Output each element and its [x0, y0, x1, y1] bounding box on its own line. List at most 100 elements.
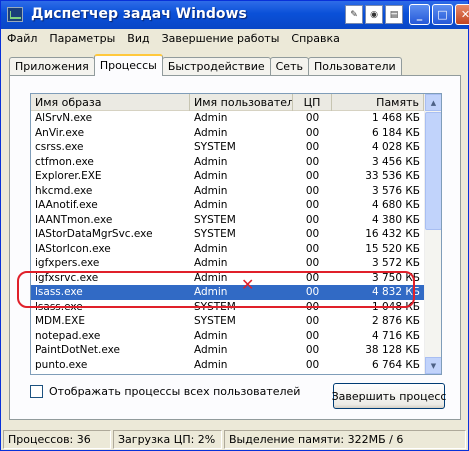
process-row[interactable]: IAStorDataMgrSvc.exe SYSTEM 00 16 432 КБ: [31, 227, 424, 242]
show-all-users-option[interactable]: Отображать процессы всех пользователей: [30, 385, 300, 398]
column-user-name[interactable]: Имя пользователя: [190, 94, 293, 111]
process-memory: 16 432 КБ: [365, 228, 420, 240]
vertical-scrollbar[interactable]: ▲ ▼: [424, 94, 441, 374]
toolbar-tool-2-icon[interactable]: ◉: [365, 5, 383, 24]
process-row[interactable]: ctfmon.exe Admin 00 3 456 КБ: [31, 155, 424, 170]
process-image-name: ctfmon.exe: [35, 155, 94, 168]
process-row[interactable]: Explorer.EXE Admin 00 33 536 КБ: [31, 169, 424, 184]
process-memory: 4 716 КБ: [371, 329, 420, 342]
menu-help[interactable]: Справка: [285, 29, 345, 48]
process-row[interactable]: AlSrvN.exe Admin 00 1 468 КБ: [31, 111, 424, 126]
process-row[interactable]: RTHDCPL.EXEAdmin0025 232 КБ: [31, 372, 424, 374]
status-memory-commit: Выделение памяти: 322МБ / 6: [224, 430, 466, 449]
process-row[interactable]: igfxsrvc.exe Admin 00 3 750 КБ: [31, 271, 424, 286]
process-image-name: Explorer.EXE: [35, 170, 102, 182]
process-row[interactable]: AnVir.exe Admin 00 6 184 КБ: [31, 126, 424, 141]
process-image-name: lsass.exe: [35, 286, 83, 298]
process-cpu: 00: [305, 112, 320, 124]
process-user-name: Admin: [194, 358, 228, 371]
menu-shutdown[interactable]: Завершение работы: [156, 29, 286, 48]
tab-network[interactable]: Сеть: [269, 57, 309, 76]
tab-processes[interactable]: Процессы: [93, 54, 163, 76]
process-rows: AlSrvN.exe Admin 00 1 468 КБ AnVir.exe Admin 0…: [31, 111, 424, 374]
process-row[interactable]: lsass.exe Admin 00 4 832 КБ: [31, 285, 424, 300]
process-user-name: Admin: [194, 242, 228, 255]
show-all-users-checkbox[interactable]: [30, 385, 43, 398]
task-manager-window: Диспетчер задач Windows ✎ ◉ ▤ _ □ ✕ Файл…: [0, 0, 469, 451]
process-list[interactable]: Имя образа Имя пользователя ЦП Память Al…: [30, 93, 442, 375]
process-cpu: 00: [305, 300, 320, 313]
process-memory: 4 832 КБ: [371, 286, 420, 298]
column-cpu[interactable]: ЦП: [293, 94, 332, 111]
process-memory: 6 184 КБ: [371, 126, 420, 139]
process-row[interactable]: IAStorIcon.exe Admin 00 15 520 КБ: [31, 242, 424, 257]
process-memory: 15 520 КБ: [365, 242, 420, 255]
process-memory: 4 028 КБ: [371, 141, 420, 153]
process-memory: 3 456 КБ: [371, 155, 420, 168]
process-user-name: SYSTEM: [194, 228, 236, 240]
process-memory: 4 680 КБ: [371, 199, 420, 211]
process-row[interactable]: IAAnotif.exe Admin 00 4 680 КБ: [31, 198, 424, 213]
close-button[interactable]: ✕: [455, 4, 469, 25]
process-cpu: 00: [305, 329, 320, 342]
process-memory: 33 536 КБ: [365, 170, 420, 182]
process-image-name: PaintDotNet.exe: [35, 344, 121, 356]
process-image-name: IAStorIcon.exe: [35, 242, 111, 255]
process-memory: 1 468 КБ: [371, 112, 420, 124]
menu-file[interactable]: Файл: [1, 29, 43, 48]
process-user-name: Admin: [194, 184, 228, 197]
process-user-name: Admin: [194, 112, 228, 124]
tab-users[interactable]: Пользователи: [307, 57, 402, 76]
minimize-button[interactable]: _: [409, 4, 430, 25]
process-row[interactable]: IAANTmon.exe SYSTEM 00 4 380 КБ: [31, 213, 424, 228]
column-memory[interactable]: Память: [332, 94, 424, 111]
process-image-name: MDM.EXE: [35, 315, 86, 327]
status-cpu-usage: Загрузка ЦП: 2%: [113, 430, 222, 449]
process-user-name: SYSTEM: [194, 141, 236, 153]
process-row[interactable]: igfxpers.exe Admin 00 3 572 КБ: [31, 256, 424, 271]
scroll-up-icon[interactable]: ▲: [425, 94, 441, 111]
toolbar-tool-3-icon[interactable]: ▤: [385, 5, 403, 24]
process-image-name: IAANTmon.exe: [35, 213, 113, 226]
tab-performance[interactable]: Быстродействие: [161, 57, 271, 76]
process-row[interactable]: csrss.exe SYSTEM 00 4 028 КБ: [31, 140, 424, 155]
process-row[interactable]: MDM.EXE SYSTEM 00 2 876 КБ: [31, 314, 424, 329]
scroll-down-icon[interactable]: ▼: [425, 357, 441, 374]
process-user-name: Admin: [194, 344, 228, 356]
process-cpu: 00: [305, 257, 320, 269]
menu-options[interactable]: Параметры: [43, 29, 121, 48]
process-memory: 4 380 КБ: [371, 213, 420, 226]
maximize-button[interactable]: □: [432, 4, 453, 25]
title-toolbar: ✎ ◉ ▤: [345, 5, 403, 25]
list-header: Имя образа Имя пользователя ЦП Память: [31, 94, 424, 111]
process-row[interactable]: notepad.exe Admin 00 4 716 КБ: [31, 329, 424, 344]
process-cpu: 00: [305, 213, 320, 226]
process-memory: 25 232 КБ: [332, 372, 424, 374]
process-memory: 6 764 КБ: [371, 358, 420, 371]
tab-strip: Приложения Процессы Быстродействие Сеть …: [9, 54, 402, 76]
window-title: Диспетчер задач Windows: [31, 6, 247, 22]
process-cpu: 00: [293, 372, 332, 374]
show-all-users-label: Отображать процессы всех пользователей: [49, 385, 301, 398]
process-image-name: csrss.exe: [35, 141, 84, 153]
title-bar[interactable]: Диспетчер задач Windows ✎ ◉ ▤ _ □ ✕: [1, 1, 469, 29]
process-memory: 3 572 КБ: [371, 257, 420, 269]
process-row[interactable]: PaintDotNet.exe Admin 00 38 128 КБ: [31, 343, 424, 358]
column-image-name[interactable]: Имя образа: [31, 94, 190, 111]
toolbar-tool-1-icon[interactable]: ✎: [345, 5, 363, 24]
process-memory: 3 750 КБ: [371, 271, 420, 284]
scroll-thumb[interactable]: [425, 112, 441, 230]
process-row[interactable]: hkcmd.exe Admin 00 3 576 КБ: [31, 184, 424, 199]
process-row[interactable]: punto.exe Admin 00 6 764 КБ: [31, 358, 424, 373]
process-image-name: IAAnotif.exe: [35, 199, 98, 211]
status-bar: Процессов: 36 Загрузка ЦП: 2% Выделение …: [1, 429, 468, 450]
menu-bar: Файл Параметры Вид Завершение работы Спр…: [1, 29, 468, 48]
process-cpu: 00: [305, 170, 320, 182]
process-user-name: Admin: [194, 199, 228, 211]
process-cpu: 00: [305, 315, 320, 327]
menu-view[interactable]: Вид: [121, 29, 155, 48]
end-process-button[interactable]: Завершить процесс: [332, 383, 446, 409]
process-image-name: igfxsrvc.exe: [35, 271, 99, 284]
tab-applications[interactable]: Приложения: [9, 57, 95, 76]
process-row[interactable]: lsass.exe SYSTEM 00 1 048 КБ: [31, 300, 424, 315]
